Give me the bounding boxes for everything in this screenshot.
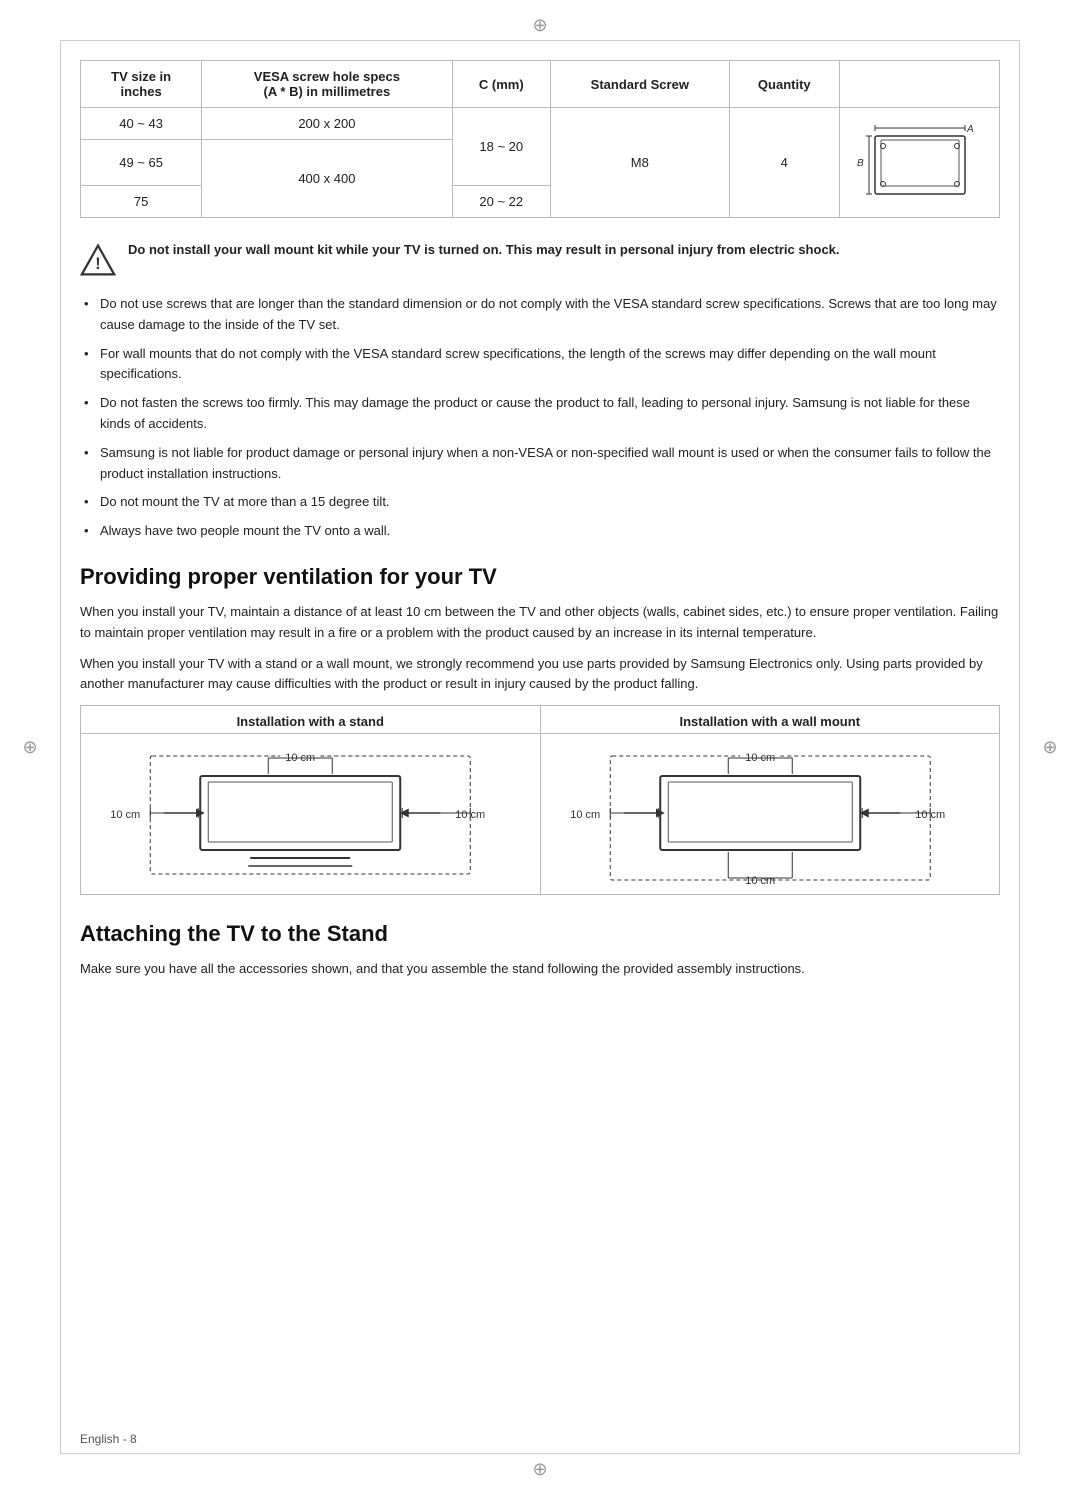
- vesa-diagram-svg: A B: [855, 116, 985, 206]
- reg-mark-right: ⊕: [1040, 737, 1060, 757]
- vent-panel-stand-title: Installation with a stand: [81, 706, 540, 734]
- border-left: [60, 40, 61, 1454]
- section1-para2: When you install your TV with a stand or…: [80, 654, 1000, 696]
- bullet-list: Do not use screws that are longer than t…: [80, 294, 1000, 542]
- border-top: [60, 40, 1020, 41]
- table-row: M8: [551, 108, 730, 218]
- col-header-quantity: Quantity: [729, 61, 839, 108]
- vesa-diagram-cell: A B: [840, 108, 1000, 218]
- section1-heading: Providing proper ventilation for your TV: [80, 564, 1000, 590]
- svg-text:10 cm: 10 cm: [110, 809, 140, 821]
- svg-text:A: A: [966, 124, 974, 135]
- table-row: 4: [729, 108, 839, 218]
- stand-diagram-svg: 10 cm 10 cm 10 cm: [97, 748, 524, 888]
- list-item: Do not fasten the screws too firmly. Thi…: [80, 393, 1000, 435]
- col-header-standard-screw: Standard Screw: [551, 61, 730, 108]
- list-item: Do not use screws that are longer than t…: [80, 294, 1000, 336]
- warning-box: ! Do not install your wall mount kit whi…: [80, 240, 1000, 278]
- reg-mark-top: ⊕: [530, 15, 550, 35]
- warning-strong: Do not install your wall mount kit while…: [128, 242, 840, 257]
- border-right: [1019, 40, 1020, 1454]
- vesa-table: TV size ininches VESA screw hole specs(A…: [80, 60, 1000, 218]
- reg-mark-left: ⊕: [20, 737, 40, 757]
- col-header-diagram: [840, 61, 1000, 108]
- section2-para1: Make sure you have all the accessories s…: [80, 959, 1000, 980]
- svg-text:10 cm: 10 cm: [570, 809, 600, 821]
- border-bottom: [60, 1453, 1020, 1454]
- svg-text:10 cm: 10 cm: [745, 875, 775, 887]
- warning-icon: !: [80, 242, 116, 278]
- col-header-tv-size: TV size ininches: [81, 61, 202, 108]
- table-row: 75: [81, 186, 202, 218]
- list-item: Always have two people mount the TV onto…: [80, 521, 1000, 542]
- vent-panel-wall: Installation with a wall mount 10 cm 10 …: [541, 706, 1000, 894]
- section1-para1: When you install your TV, maintain a dis…: [80, 602, 1000, 644]
- page-footer: English - 8: [80, 1432, 137, 1446]
- reg-mark-bottom: ⊕: [530, 1459, 550, 1479]
- table-row: 18 ~ 20: [452, 108, 550, 186]
- list-item: Do not mount the TV at more than a 15 de…: [80, 492, 1000, 513]
- list-item: For wall mounts that do not comply with …: [80, 344, 1000, 386]
- vent-panel-wall-title: Installation with a wall mount: [541, 706, 1000, 734]
- section2-heading: Attaching the TV to the Stand: [80, 921, 1000, 947]
- vent-diagram-stand: 10 cm 10 cm 10 cm: [81, 734, 540, 894]
- ventilation-diagrams: Installation with a stand 10 cm: [80, 705, 1000, 895]
- svg-text:B: B: [857, 158, 864, 169]
- vent-diagram-wall: 10 cm 10 cm 10 cm 10 cm: [541, 734, 1000, 894]
- table-row: 200 x 200: [202, 108, 452, 140]
- wall-diagram-svg: 10 cm 10 cm 10 cm 10 cm: [557, 748, 984, 888]
- col-header-c-mm: C (mm): [452, 61, 550, 108]
- table-row: 400 x 400: [202, 140, 452, 218]
- col-header-vesa: VESA screw hole specs(A * B) in millimet…: [202, 61, 452, 108]
- vent-panel-stand: Installation with a stand 10 cm: [81, 706, 541, 894]
- warning-text: Do not install your wall mount kit while…: [128, 240, 840, 260]
- table-row: 20 ~ 22: [452, 186, 550, 218]
- table-row: 40 ~ 43: [81, 108, 202, 140]
- list-item: Samsung is not liable for product damage…: [80, 443, 1000, 485]
- table-row: 49 ~ 65: [81, 140, 202, 186]
- svg-text:!: !: [95, 255, 100, 273]
